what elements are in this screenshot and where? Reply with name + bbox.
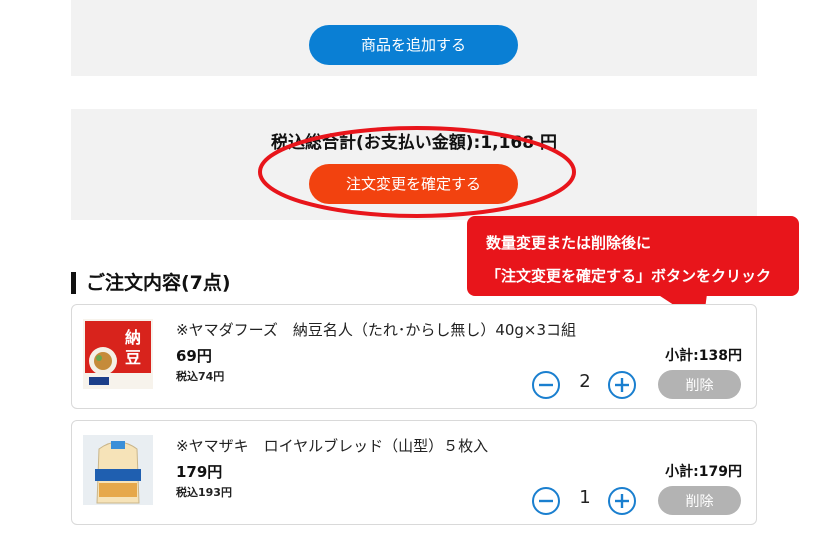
- add-product-panel: 商品を追加する: [71, 0, 757, 76]
- decrease-quantity-icon[interactable]: [531, 486, 561, 516]
- tax-included-price: 税込74円: [176, 370, 225, 383]
- svg-text:豆: 豆: [125, 348, 141, 367]
- svg-text:納: 納: [125, 328, 141, 347]
- product-name: ※ヤマザキ ロイヤルブレッド（山型）５枚入: [176, 437, 489, 455]
- product-price: 179円: [176, 463, 223, 481]
- product-price: 69円: [176, 347, 212, 365]
- quantity-value: 2: [579, 371, 591, 392]
- delete-item-button[interactable]: 削除: [658, 486, 741, 515]
- order-item-card: 納 豆 ※ヤマダフーズ 納豆名人（たれ･からし無し）40g×3コ組 69円 税込…: [71, 304, 757, 409]
- item-subtotal: 小計:179円: [665, 464, 742, 480]
- add-product-button[interactable]: 商品を追加する: [309, 25, 518, 65]
- item-subtotal: 小計:138円: [665, 348, 742, 364]
- product-name: ※ヤマダフーズ 納豆名人（たれ･からし無し）40g×3コ組: [176, 321, 577, 339]
- increase-quantity-icon[interactable]: [607, 370, 637, 400]
- delete-item-button[interactable]: 削除: [658, 370, 741, 399]
- callout-text-line1: 数量変更または削除後に: [486, 234, 652, 252]
- natto-package-image: 納 豆: [83, 319, 153, 389]
- total-amount-text: 税込総合計(お支払い金額):1,168 円: [270, 133, 558, 153]
- increase-quantity-icon[interactable]: [607, 486, 637, 516]
- decrease-quantity-icon[interactable]: [531, 370, 561, 400]
- order-total-panel: 税込総合計(お支払い金額):1,168 円 注文変更を確定する: [71, 109, 757, 220]
- confirm-order-change-button[interactable]: 注文変更を確定する: [309, 164, 518, 204]
- tax-included-price: 税込193円: [176, 486, 232, 499]
- callout-text-line2: 「注文変更を確定する」ボタンをクリック: [486, 267, 772, 285]
- bread-package-image: [83, 435, 153, 505]
- quantity-value: 1: [579, 487, 591, 508]
- order-item-card: ※ヤマザキ ロイヤルブレッド（山型）５枚入 179円 税込193円 小計:179…: [71, 420, 757, 525]
- order-contents-title: ご注文内容(7点): [71, 272, 231, 294]
